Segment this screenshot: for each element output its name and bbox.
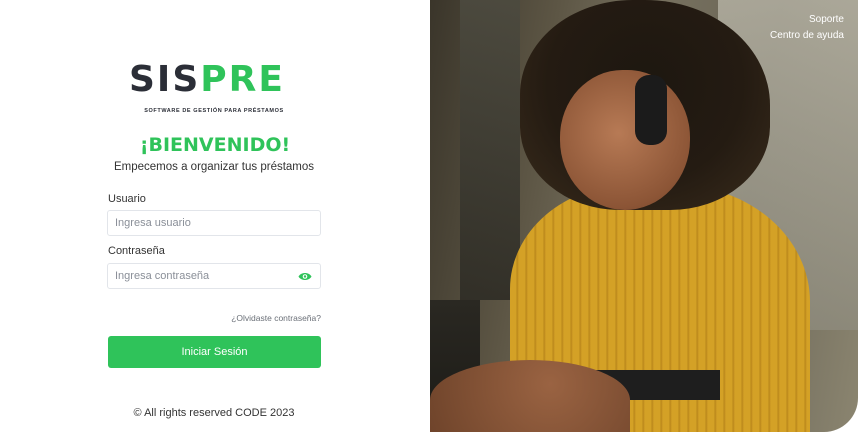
help-center-link[interactable]: Centro de ayuda [770,30,844,41]
logo-word-sis: SIS [129,59,201,100]
logo-wordmark: SIS PRE [129,62,299,98]
password-placeholder: Ingresa contraseña [115,270,210,282]
sispre-logo: SIS PRE SOFTWARE DE GESTIÓN PARA PRÉSTAMO… [129,62,299,115]
photo-window-dark [460,0,520,300]
logo-word-pre: PRE [200,59,285,100]
copyright-footer: © All rights reserved CODE 2023 [133,407,295,419]
hero-photo [430,0,858,432]
username-label: Usuario [108,193,146,205]
username-input[interactable]: Ingresa usuario [107,210,321,236]
password-label: Contraseña [108,245,165,257]
forgot-password-link[interactable]: ¿Olvidaste contraseña? [231,313,321,323]
headset-icon [635,75,667,145]
username-placeholder: Ingresa usuario [115,217,191,229]
logo-tagline: SOFTWARE DE GESTIÓN PARA PRÉSTAMOS [144,108,284,114]
photo-face [560,70,690,210]
welcome-subtitle: Empecemos a organizar tus préstamos [113,161,315,173]
photo-arm [430,360,630,432]
login-panel: SIS PRE SOFTWARE DE GESTIÓN PARA PRÉSTAMO… [0,0,430,432]
support-link[interactable]: Soporte [809,14,844,25]
eye-icon[interactable] [298,271,312,282]
welcome-title: ¡BIENVENIDO! [139,134,291,156]
login-button[interactable]: Iniciar Sesión [108,336,321,368]
password-input[interactable]: Ingresa contraseña [107,263,321,289]
